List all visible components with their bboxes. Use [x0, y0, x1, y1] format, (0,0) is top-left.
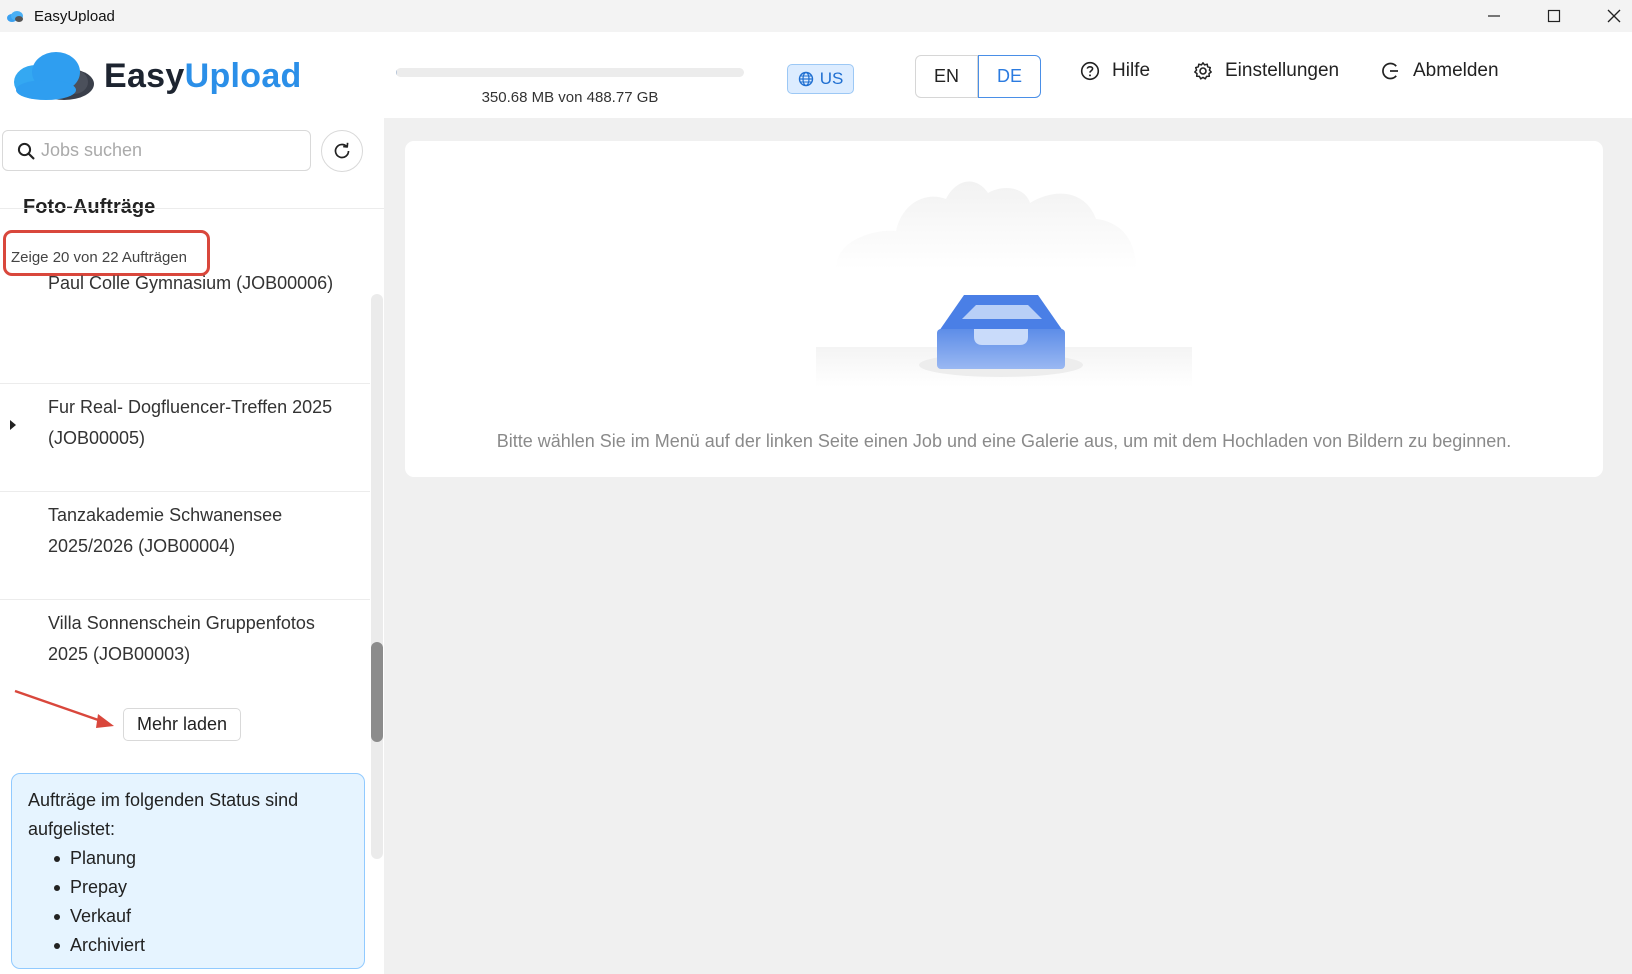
status-item: Prepay	[54, 873, 348, 902]
empty-state-card: Bitte wählen Sie im Menü auf der linken …	[405, 141, 1603, 477]
empty-inbox-illustration	[816, 181, 1192, 387]
app-cloud-icon	[7, 11, 23, 22]
empty-state-message: Bitte wählen Sie im Menü auf der linken …	[496, 431, 1512, 451]
expand-caret-icon[interactable]	[10, 420, 16, 430]
globe-icon	[798, 71, 813, 87]
status-item: Archiviert	[54, 931, 348, 960]
job-name: Villa Sonnenschein Gruppenfotos 2025 (JO…	[48, 613, 315, 664]
logo-text: EasyUpload	[104, 56, 302, 95]
logout-label: Abmelden	[1413, 60, 1499, 81]
question-circle-icon	[1080, 61, 1100, 81]
status-item: Planung	[54, 844, 348, 873]
help-link[interactable]: Hilfe	[1080, 60, 1150, 82]
job-name: Tanzakademie Schwanensee 2025/2026 (JOB0…	[48, 505, 283, 556]
window-title: EasyUpload	[34, 7, 115, 25]
job-count-text: Zeige 20 von 22 Aufträgen	[11, 249, 187, 266]
language-en-button[interactable]: EN	[915, 55, 978, 98]
status-item: Verkauf	[54, 902, 348, 931]
storage-progress-bar	[396, 68, 744, 77]
scrollbar-track[interactable]	[371, 294, 383, 859]
job-item[interactable]: Fur Real- Dogfluencer-Treffen 2025 (JOB0…	[0, 384, 370, 492]
job-search-input[interactable]	[41, 140, 291, 161]
job-name: Fur Real- Dogfluencer-Treffen 2025 (JOB0…	[48, 397, 333, 448]
close-window-button[interactable]	[1586, 0, 1632, 32]
storage-usage: 350.68 MB von 488.77 GB	[396, 68, 744, 106]
bullet-icon	[54, 914, 60, 920]
help-label: Hilfe	[1112, 60, 1151, 81]
minimize-button[interactable]	[1466, 0, 1522, 32]
gear-icon	[1194, 62, 1212, 80]
close-icon	[1607, 9, 1621, 23]
job-item[interactable]: Paul Colle Gymnasium (JOB00006)	[0, 273, 370, 384]
logo-cloud-icon	[14, 52, 94, 100]
job-item[interactable]: Tanzakademie Schwanensee 2025/2026 (JOB0…	[0, 492, 370, 600]
settings-link[interactable]: Einstellungen	[1193, 60, 1339, 82]
settings-label: Einstellungen	[1225, 60, 1340, 81]
load-more-button[interactable]: Mehr laden	[123, 708, 241, 741]
job-list: Paul Colle Gymnasium (JOB00006) Fur Real…	[0, 273, 370, 708]
status-list: Planung Prepay Verkauf Archiviert	[54, 844, 348, 960]
logo: EasyUpload	[12, 50, 302, 102]
bullet-icon	[54, 856, 60, 862]
region-label: US	[819, 69, 844, 88]
logout-link[interactable]: Abmelden	[1381, 60, 1499, 82]
maximize-button[interactable]	[1526, 0, 1582, 32]
bullet-icon	[54, 943, 60, 949]
scrollbar-thumb[interactable]	[371, 642, 383, 742]
bullet-icon	[54, 885, 60, 891]
red-arrow-annotation	[14, 689, 114, 728]
search-icon	[17, 142, 35, 159]
refresh-icon	[334, 142, 350, 159]
app-header: EasyUpload 350.68 MB von 488.77 GB US EN…	[0, 34, 1632, 118]
section-divider	[0, 208, 384, 209]
region-badge[interactable]: US	[787, 64, 854, 94]
minimize-icon	[1488, 15, 1500, 17]
status-info-box: Aufträge im folgenden Status sind aufgel…	[11, 773, 365, 969]
language-de-button[interactable]: DE	[978, 55, 1041, 98]
job-name: Paul Colle Gymnasium (JOB00006)	[48, 273, 334, 293]
info-title: Aufträge im folgenden Status sind aufgel…	[28, 790, 299, 839]
logout-icon	[1382, 62, 1398, 80]
main-content: Bitte wählen Sie im Menü auf der linken …	[384, 118, 1632, 974]
storage-text: 350.68 MB von 488.77 GB	[481, 89, 659, 106]
maximize-icon	[1547, 9, 1561, 23]
refresh-button[interactable]	[321, 130, 363, 172]
window-titlebar: EasyUpload	[0, 0, 1632, 32]
job-search[interactable]	[2, 130, 311, 171]
sidebar: Foto-Aufträge Zeige 20 von 22 Aufträgen …	[0, 118, 384, 974]
language-switch: EN DE	[915, 55, 1041, 98]
